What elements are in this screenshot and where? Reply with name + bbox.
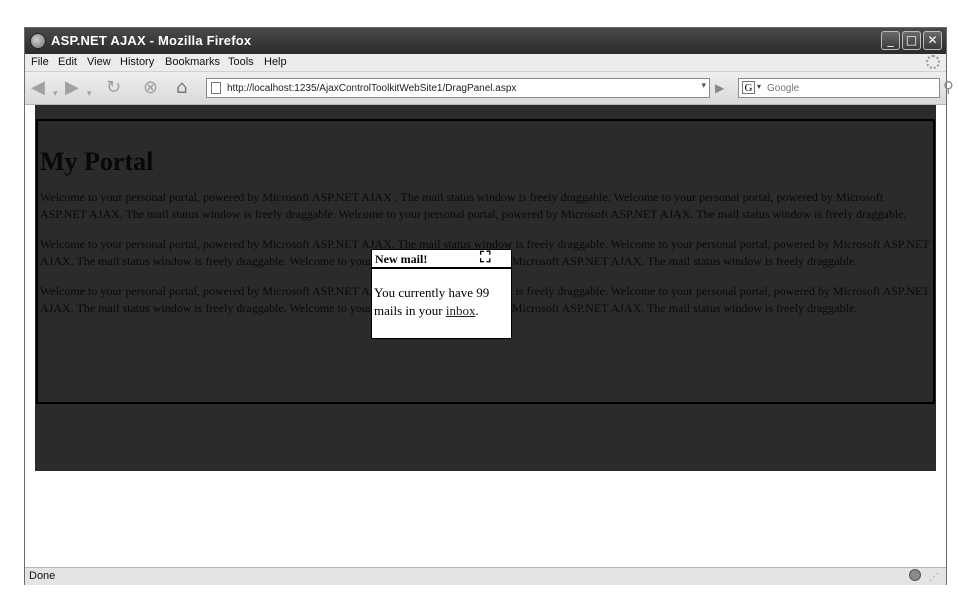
menu-view[interactable]: View: [87, 56, 111, 68]
inbox-link[interactable]: inbox: [446, 303, 476, 318]
forward-arrow-icon[interactable]: ▶: [65, 77, 79, 99]
mail-status-period: .: [475, 303, 479, 318]
mail-panel-body: You currently have 99 mails in your inbo…: [372, 269, 511, 320]
url-input[interactable]: [227, 80, 667, 96]
search-input[interactable]: [767, 80, 917, 96]
forward-history-dropdown-icon[interactable]: ▾: [87, 83, 92, 105]
menu-tools[interactable]: Tools: [228, 56, 254, 68]
browser-window: ASP.NET AJAX - Mozilla Firefox _ □ ✕ Fil…: [24, 27, 954, 585]
activity-throbber-icon: [926, 55, 940, 69]
address-bar[interactable]: ▾: [206, 78, 710, 98]
maximize-button[interactable]: □: [902, 31, 921, 50]
status-bar: Done ⋰: [25, 567, 946, 585]
back-arrow-icon[interactable]: ◀: [31, 77, 45, 99]
back-history-dropdown-icon[interactable]: ▾: [53, 83, 58, 105]
security-icon: [909, 569, 921, 581]
mail-panel-title: New mail!: [375, 252, 428, 266]
menu-help[interactable]: Help: [264, 56, 287, 68]
resize-grip-icon[interactable]: ⋰: [929, 572, 939, 583]
go-arrow-icon[interactable]: ▶: [715, 81, 724, 95]
mail-status-panel[interactable]: New mail! ⛶ You currently have 99 mails …: [371, 249, 512, 339]
menu-file[interactable]: File: [31, 56, 49, 68]
search-engine-dropdown-icon[interactable]: ▾: [757, 82, 761, 91]
search-magnifier-icon[interactable]: ⚲: [943, 76, 954, 98]
navigation-toolbar: ◀ ▾ ▶ ▾ ↻ ⊗ ⌂ ▾ ▶ G ▾ ⚲: [25, 72, 954, 105]
page-title: My Portal: [40, 147, 154, 176]
title-bar[interactable]: ASP.NET AJAX - Mozilla Firefox _ □ ✕: [25, 28, 946, 54]
status-text: Done: [29, 570, 56, 582]
search-engine-icon[interactable]: G: [742, 81, 755, 94]
firefox-icon: [30, 33, 46, 49]
menu-bar: File Edit View History Bookmarks Tools H…: [25, 54, 946, 72]
close-button[interactable]: ✕: [923, 31, 942, 50]
mail-panel-drag-handle[interactable]: New mail! ⛶: [372, 250, 511, 269]
reload-icon[interactable]: ↻: [106, 77, 121, 99]
page-icon: [211, 82, 221, 94]
url-dropdown-icon[interactable]: ▾: [701, 81, 706, 91]
search-box[interactable]: G ▾: [738, 78, 940, 98]
home-icon[interactable]: ⌂: [176, 77, 187, 99]
window-title: ASP.NET AJAX - Mozilla Firefox: [51, 33, 252, 48]
menu-bookmarks[interactable]: Bookmarks: [165, 56, 220, 68]
menu-history[interactable]: History: [120, 56, 154, 68]
stop-icon[interactable]: ⊗: [143, 77, 158, 99]
menu-edit[interactable]: Edit: [58, 56, 77, 68]
page-content: My Portal Welcome to your personal porta…: [25, 105, 946, 567]
move-cursor-icon: ⛶: [480, 250, 491, 266]
minimize-button[interactable]: _: [881, 31, 900, 50]
portal-paragraph: Welcome to your personal portal, powered…: [40, 190, 907, 221]
